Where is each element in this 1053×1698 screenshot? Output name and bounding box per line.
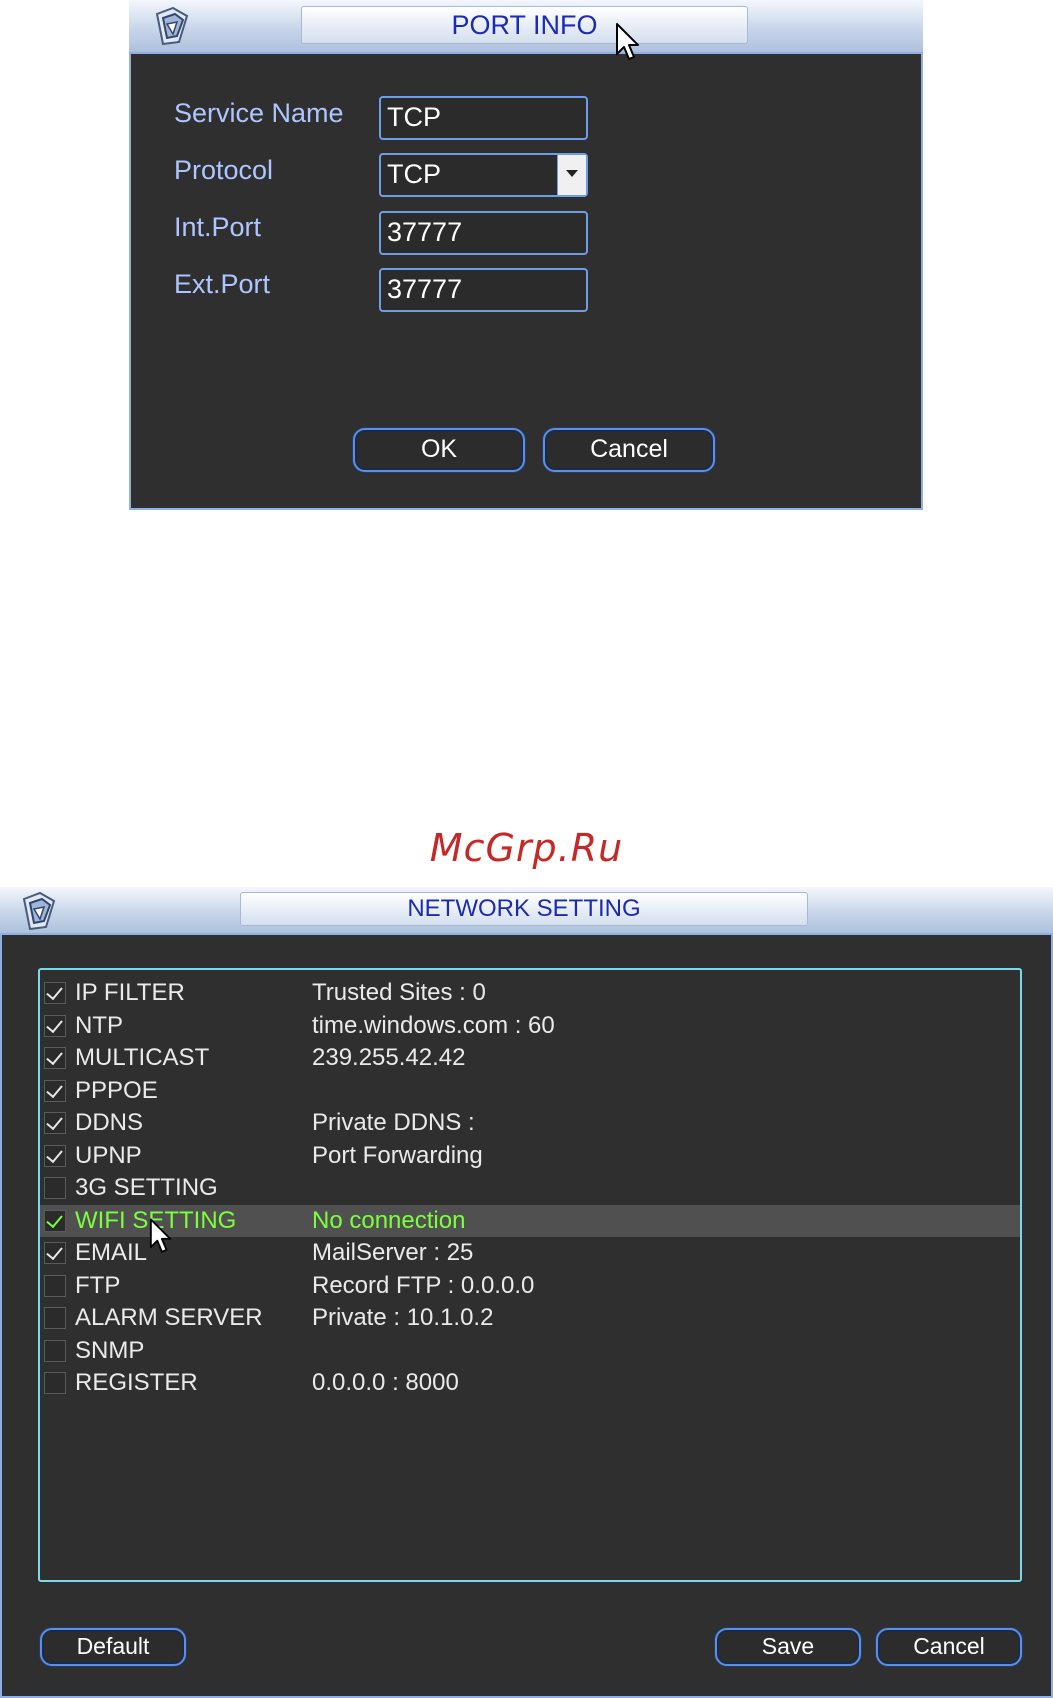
item-value: Private : 10.1.0.2	[312, 1304, 494, 1331]
item-name: PPPOE	[75, 1076, 158, 1104]
port-info-titlebar[interactable]: PORT INFO	[129, 0, 923, 54]
list-item[interactable]: ALARM SERVER Private : 10.1.0.2	[40, 1302, 1020, 1334]
checkbox-icon[interactable]	[44, 1079, 66, 1102]
ext-port-input[interactable]: 37777	[379, 268, 588, 312]
default-button[interactable]: Default	[40, 1628, 186, 1666]
cancel-button[interactable]: Cancel	[876, 1628, 1022, 1666]
item-name: IP FILTER	[75, 979, 185, 1006]
checkbox-icon[interactable]	[44, 1014, 66, 1037]
checkbox-icon[interactable]	[44, 1209, 66, 1232]
checkbox-icon[interactable]	[44, 982, 66, 1004]
item-value: 0.0.0.0 : 8000	[312, 1369, 459, 1396]
port-info-dialog: PORT INFO Service Name TCP Protocol TCP …	[129, 0, 923, 510]
list-item[interactable]: EMAIL MailServer : 25	[40, 1237, 1020, 1269]
list-item[interactable]: DDNS Private DDNS :	[40, 1107, 1020, 1139]
item-name: EMAIL	[75, 1239, 148, 1266]
dialog-title: PORT INFO	[301, 6, 748, 44]
item-value: Port Forwarding	[312, 1141, 483, 1169]
list-item[interactable]: WIFI SETTING No connection	[40, 1204, 1020, 1237]
item-name: 3G SETTING	[75, 1174, 218, 1201]
item-value: Private DDNS :	[312, 1109, 475, 1136]
item-name: ALARM SERVER	[75, 1304, 263, 1331]
list-item[interactable]: 3G SETTING	[40, 1172, 1020, 1204]
save-button[interactable]: Save	[715, 1628, 861, 1666]
checkbox-icon[interactable]	[44, 1274, 66, 1297]
item-name: DDNS	[75, 1109, 144, 1136]
item-value: 239.255.42.42	[312, 1044, 466, 1071]
protocol-label: Protocol	[174, 155, 274, 185]
dialog-title: NETWORK SETTING	[240, 892, 808, 926]
checkbox-icon[interactable]	[44, 1372, 66, 1394]
checkbox-icon[interactable]	[44, 1307, 66, 1329]
service-name-input[interactable]: TCP	[379, 96, 588, 140]
network-item-list: IP FILTER Trusted Sites : 0 NTP time.window…	[38, 968, 1022, 1582]
item-name: UPNP	[75, 1141, 142, 1169]
list-item[interactable]: PPPOE	[40, 1075, 1020, 1107]
checkbox-icon[interactable]	[44, 1242, 66, 1264]
item-name: FTP	[75, 1271, 121, 1299]
item-name: MULTICAST	[75, 1044, 210, 1071]
item-name: SNMP	[75, 1336, 145, 1364]
checkbox-icon[interactable]	[44, 1144, 66, 1167]
ext-port-label: Ext.Port	[174, 269, 271, 299]
checkbox-icon[interactable]	[44, 1112, 66, 1134]
int-port-label: Int.Port	[174, 212, 262, 242]
app-logo-icon	[155, 6, 189, 46]
network-setting-dialog: NETWORK SETTING IP FILTER Trusted Sites :…	[0, 887, 1053, 1698]
mouse-cursor-icon	[616, 23, 639, 60]
list-item[interactable]: MULTICAST 239.255.42.42	[40, 1042, 1020, 1074]
int-port-input[interactable]: 37777	[379, 211, 588, 255]
list-item[interactable]: SNMP	[40, 1335, 1020, 1367]
watermark-text: McGrp.Ru	[429, 826, 624, 870]
list-item[interactable]: NTP time.windows.com : 60	[40, 1010, 1020, 1042]
item-value: time.windows.com : 60	[312, 1011, 555, 1039]
item-name: NTP	[75, 1011, 123, 1039]
network-setting-titlebar[interactable]: NETWORK SETTING	[0, 887, 1053, 935]
checkbox-icon[interactable]	[44, 1177, 66, 1199]
dropdown-arrow-icon[interactable]	[557, 155, 586, 195]
list-item[interactable]: REGISTER 0.0.0.0 : 8000	[40, 1367, 1020, 1399]
protocol-select[interactable]: TCP	[379, 153, 588, 197]
item-value: Record FTP : 0.0.0.0	[312, 1271, 535, 1299]
item-value: Trusted Sites : 0	[312, 979, 486, 1006]
app-logo-icon	[22, 891, 56, 931]
item-value: MailServer : 25	[312, 1239, 474, 1266]
item-name: REGISTER	[75, 1369, 198, 1396]
checkbox-icon[interactable]	[44, 1339, 66, 1362]
item-value: No connection	[312, 1206, 466, 1234]
cancel-button[interactable]: Cancel	[543, 428, 715, 472]
network-setting-body: IP FILTER Trusted Sites : 0 NTP time.window…	[0, 933, 1053, 1698]
list-item[interactable]: UPNP Port Forwarding	[40, 1140, 1020, 1172]
protocol-value: TCP	[387, 159, 441, 189]
port-info-body: Service Name TCP Protocol TCP Int.Port 3…	[129, 52, 923, 510]
checkbox-icon[interactable]	[44, 1047, 66, 1069]
list-item[interactable]: IP FILTER Trusted Sites : 0	[40, 977, 1020, 1009]
mouse-cursor-icon	[149, 1218, 172, 1253]
list-item[interactable]: FTP Record FTP : 0.0.0.0	[40, 1270, 1020, 1302]
ok-button[interactable]: OK	[353, 428, 525, 472]
service-name-label: Service Name	[174, 98, 344, 128]
